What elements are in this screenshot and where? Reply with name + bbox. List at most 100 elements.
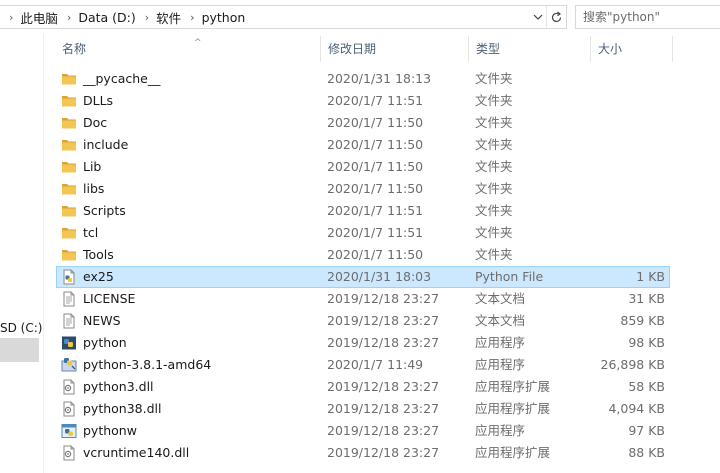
address-history-dropdown[interactable] <box>530 6 546 28</box>
breadcrumb-separator[interactable]: › <box>58 11 78 24</box>
column-header-name[interactable]: 名称 ^ <box>56 36 318 62</box>
refresh-button[interactable] <box>546 6 566 28</box>
column-divider[interactable] <box>672 36 673 62</box>
file-modified-date: 2020/1/31 18:03 <box>327 269 432 284</box>
file-row-include[interactable]: include 2020/1/7 11:50 文件夹 <box>56 134 670 156</box>
file-name: tcl <box>83 225 99 240</box>
file-size: 98 KB <box>628 335 665 350</box>
file-type: 应用程序扩展 <box>475 401 551 416</box>
file-size: 4,094 KB <box>608 401 665 416</box>
file-type: 应用程序 <box>475 423 526 438</box>
file-modified-date: 2019/12/18 23:27 <box>327 379 440 394</box>
column-divider[interactable] <box>320 36 321 62</box>
navigation-pane: SD (C:) <box>0 34 42 473</box>
file-row-ex25[interactable]: ex25 2020/1/31 18:03 Python File 1 KB <box>56 266 670 288</box>
column-header-date[interactable]: 修改日期 <box>322 36 466 62</box>
file-list: __pycache__ 2020/1/31 18:13 文件夹 DLLs 202… <box>56 68 670 464</box>
pane-divider[interactable] <box>43 34 44 473</box>
folder-icon <box>61 225 77 241</box>
file-name: Tools <box>83 247 114 262</box>
file-modified-date: 2020/1/7 11:50 <box>327 247 424 262</box>
file-type: 文件夹 <box>475 181 513 196</box>
file-size: 88 KB <box>628 445 665 460</box>
python-file-icon <box>61 269 77 285</box>
file-row-license[interactable]: LICENSE 2019/12/18 23:27 文本文档 31 KB <box>56 288 670 310</box>
file-name: ex25 <box>83 269 114 284</box>
file-type: Python File <box>475 269 544 284</box>
file-row-python-3-8-1-amd64[interactable]: python-3.8.1-amd64 2020/1/7 11:49 应用程序 2… <box>56 354 670 376</box>
file-type: 文件夹 <box>475 203 513 218</box>
file-modified-date: 2020/1/7 11:51 <box>327 93 424 108</box>
file-row-vcruntime140-dll[interactable]: vcruntime140.dll 2019/12/18 23:27 应用程序扩展… <box>56 442 670 464</box>
file-row-python38-dll[interactable]: python38.dll 2019/12/18 23:27 应用程序扩展 4,0… <box>56 398 670 420</box>
file-row-dlls[interactable]: DLLs 2020/1/7 11:51 文件夹 <box>56 90 670 112</box>
file-modified-date: 2019/12/18 23:27 <box>327 423 440 438</box>
breadcrumb-data-drive[interactable]: Data (D:) <box>78 10 135 25</box>
folder-icon <box>61 181 77 197</box>
file-name: python38.dll <box>83 401 162 416</box>
folder-icon <box>61 159 77 175</box>
column-header-type[interactable]: 类型 <box>470 36 590 62</box>
search-input[interactable] <box>576 6 720 28</box>
breadcrumb-separator[interactable]: › <box>181 11 201 24</box>
file-name: pythonw <box>83 423 137 438</box>
breadcrumb-separator[interactable]: › <box>136 11 156 24</box>
breadcrumb-software[interactable]: 软件 <box>156 8 181 27</box>
file-row-pycache[interactable]: __pycache__ 2020/1/31 18:13 文件夹 <box>56 68 670 90</box>
file-row-tcl[interactable]: tcl 2020/1/7 11:51 文件夹 <box>56 222 670 244</box>
file-row-libs[interactable]: libs 2020/1/7 11:50 文件夹 <box>56 178 670 200</box>
file-row-tools[interactable]: Tools 2020/1/7 11:50 文件夹 <box>56 244 670 266</box>
folder-icon <box>61 247 77 263</box>
refresh-icon <box>551 11 562 22</box>
file-row-lib[interactable]: Lib 2020/1/7 11:50 文件夹 <box>56 156 670 178</box>
dll-icon <box>61 379 77 395</box>
file-modified-date: 2019/12/18 23:27 <box>327 401 440 416</box>
file-row-scripts[interactable]: Scripts 2020/1/7 11:51 文件夹 <box>56 200 670 222</box>
file-row-pythonw[interactable]: pythonw 2019/12/18 23:27 应用程序 97 KB <box>56 420 670 442</box>
address-bar[interactable]: › 此电脑 › Data (D:) › 软件 › python <box>0 5 567 29</box>
installer-icon <box>61 357 77 373</box>
breadcrumb-separator[interactable]: › <box>0 11 20 24</box>
file-type: 文件夹 <box>475 159 513 174</box>
file-row-python[interactable]: python 2019/12/18 23:27 应用程序 98 KB <box>56 332 670 354</box>
file-size: 97 KB <box>628 423 665 438</box>
breadcrumb-this-pc[interactable]: 此电脑 <box>20 8 58 27</box>
file-modified-date: 2019/12/18 23:27 <box>327 291 440 306</box>
folder-icon <box>61 71 77 87</box>
file-type: 文件夹 <box>475 247 513 262</box>
file-type: 文本文档 <box>475 291 526 306</box>
dll-icon <box>61 445 77 461</box>
file-row-doc[interactable]: Doc 2020/1/7 11:50 文件夹 <box>56 112 670 134</box>
file-name: include <box>83 137 129 152</box>
file-modified-date: 2019/12/18 23:27 <box>327 313 440 328</box>
text-file-icon <box>61 291 77 307</box>
file-modified-date: 2020/1/7 11:51 <box>327 203 424 218</box>
breadcrumb-python[interactable]: python <box>202 10 246 25</box>
file-modified-date: 2020/1/7 11:50 <box>327 137 424 152</box>
search-box[interactable] <box>575 5 720 29</box>
file-modified-date: 2019/12/18 23:27 <box>327 335 440 350</box>
column-header-row: 名称 ^ 修改日期 类型 大小 <box>44 36 720 62</box>
file-type: 文件夹 <box>475 225 513 240</box>
folder-icon <box>61 203 77 219</box>
file-row-news[interactable]: NEWS 2019/12/18 23:27 文本文档 859 KB <box>56 310 670 332</box>
file-name: python-3.8.1-amd64 <box>83 357 212 372</box>
column-header-size[interactable]: 大小 <box>592 36 672 62</box>
sort-ascending-icon: ^ <box>194 38 202 48</box>
file-name: LICENSE <box>83 291 136 306</box>
column-header-type-label: 类型 <box>476 42 501 56</box>
column-header-size-label: 大小 <box>598 42 623 56</box>
column-divider[interactable] <box>468 36 469 62</box>
file-size: 859 KB <box>620 313 665 328</box>
file-name: vcruntime140.dll <box>83 445 190 460</box>
address-toolbar: › 此电脑 › Data (D:) › 软件 › python <box>0 0 720 34</box>
nav-item-drive-c[interactable]: SD (C:) <box>0 317 42 339</box>
file-type: 应用程序扩展 <box>475 445 551 460</box>
nav-item-selected[interactable] <box>0 338 39 362</box>
file-name: __pycache__ <box>83 71 161 86</box>
column-divider[interactable] <box>590 36 591 62</box>
file-row-python3-dll[interactable]: python3.dll 2019/12/18 23:27 应用程序扩展 58 K… <box>56 376 670 398</box>
folder-icon <box>61 115 77 131</box>
file-type: 文件夹 <box>475 93 513 108</box>
column-header-date-label: 修改日期 <box>328 42 377 56</box>
